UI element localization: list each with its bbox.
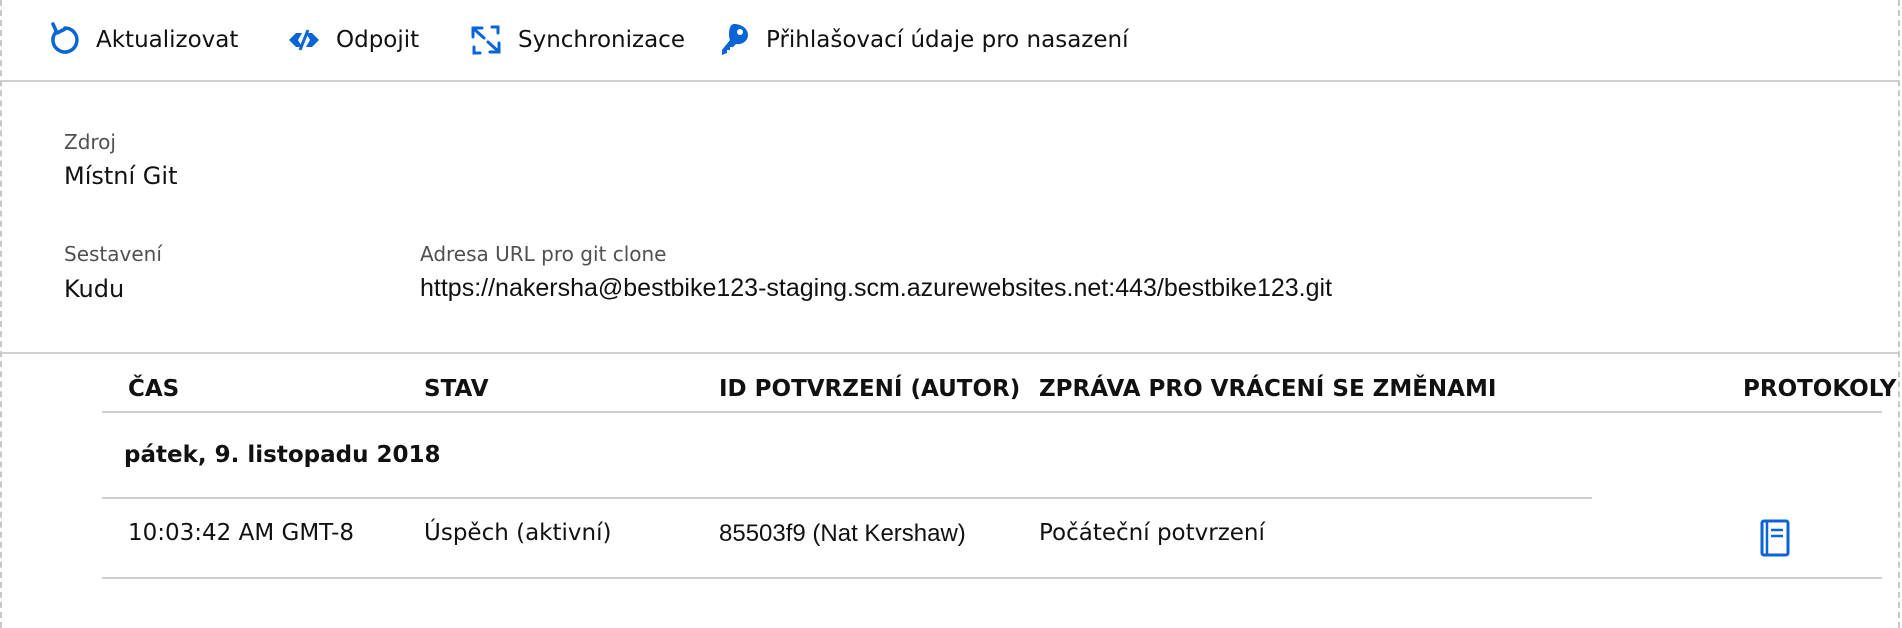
date-group-header: pátek, 9. listopadu 2018 <box>124 442 441 468</box>
clone-url-label: Adresa URL pro git clone <box>420 242 667 266</box>
sync-button[interactable]: Synchronizace <box>468 18 685 62</box>
toolbar: Aktualizovat Odpojit Synchronizace Přihl… <box>2 0 1898 82</box>
row-message: Počáteční potvrzení <box>1039 520 1265 546</box>
column-header-message: ZPRÁVA PRO VRÁCENÍ SE ZMĚNAMI <box>1039 376 1497 402</box>
refresh-button[interactable]: Aktualizovat <box>48 18 238 62</box>
build-label: Sestavení <box>64 242 162 266</box>
source-label: Zdroj <box>64 130 116 154</box>
log-notebook-icon[interactable] <box>1759 519 1791 561</box>
row-time: 10:03:42 AM GMT-8 <box>128 520 355 546</box>
deployment-center-panel: Aktualizovat Odpojit Synchronizace Přihl… <box>0 0 1900 628</box>
disconnect-icon <box>286 28 322 52</box>
refresh-icon <box>48 22 82 58</box>
disconnect-button[interactable]: Odpojit <box>286 18 419 62</box>
row-commit-id: 85503f9 (Nat Kershaw) <box>719 520 966 547</box>
sync-label: Synchronizace <box>518 27 685 53</box>
disconnect-label: Odpojit <box>336 27 420 53</box>
deployment-credentials-button[interactable]: Přihlašovací údaje pro nasazení <box>718 18 1128 62</box>
deployment-credentials-label: Přihlašovací údaje pro nasazení <box>766 27 1129 53</box>
column-header-commit-id: ID POTVRZENÍ (AUTOR) <box>719 376 1021 402</box>
sync-icon <box>468 23 504 57</box>
group-divider <box>102 497 1592 499</box>
column-header-logs: PROTOKOLY <box>1743 376 1897 402</box>
source-value: Místní Git <box>64 162 178 190</box>
row-status: Úspěch (aktivní) <box>424 520 612 546</box>
clone-url-value[interactable]: https://nakersha@bestbike123-staging.scm… <box>420 274 1332 303</box>
refresh-label: Aktualizovat <box>96 27 239 53</box>
column-header-time: ČAS <box>128 376 180 402</box>
key-icon <box>718 22 752 58</box>
source-info: Zdroj Místní Git Sestavení Kudu Adresa U… <box>2 82 1898 354</box>
column-header-status: STAV <box>424 376 489 402</box>
build-value: Kudu <box>64 275 125 303</box>
header-divider <box>102 411 1882 413</box>
row-divider <box>102 577 1882 579</box>
